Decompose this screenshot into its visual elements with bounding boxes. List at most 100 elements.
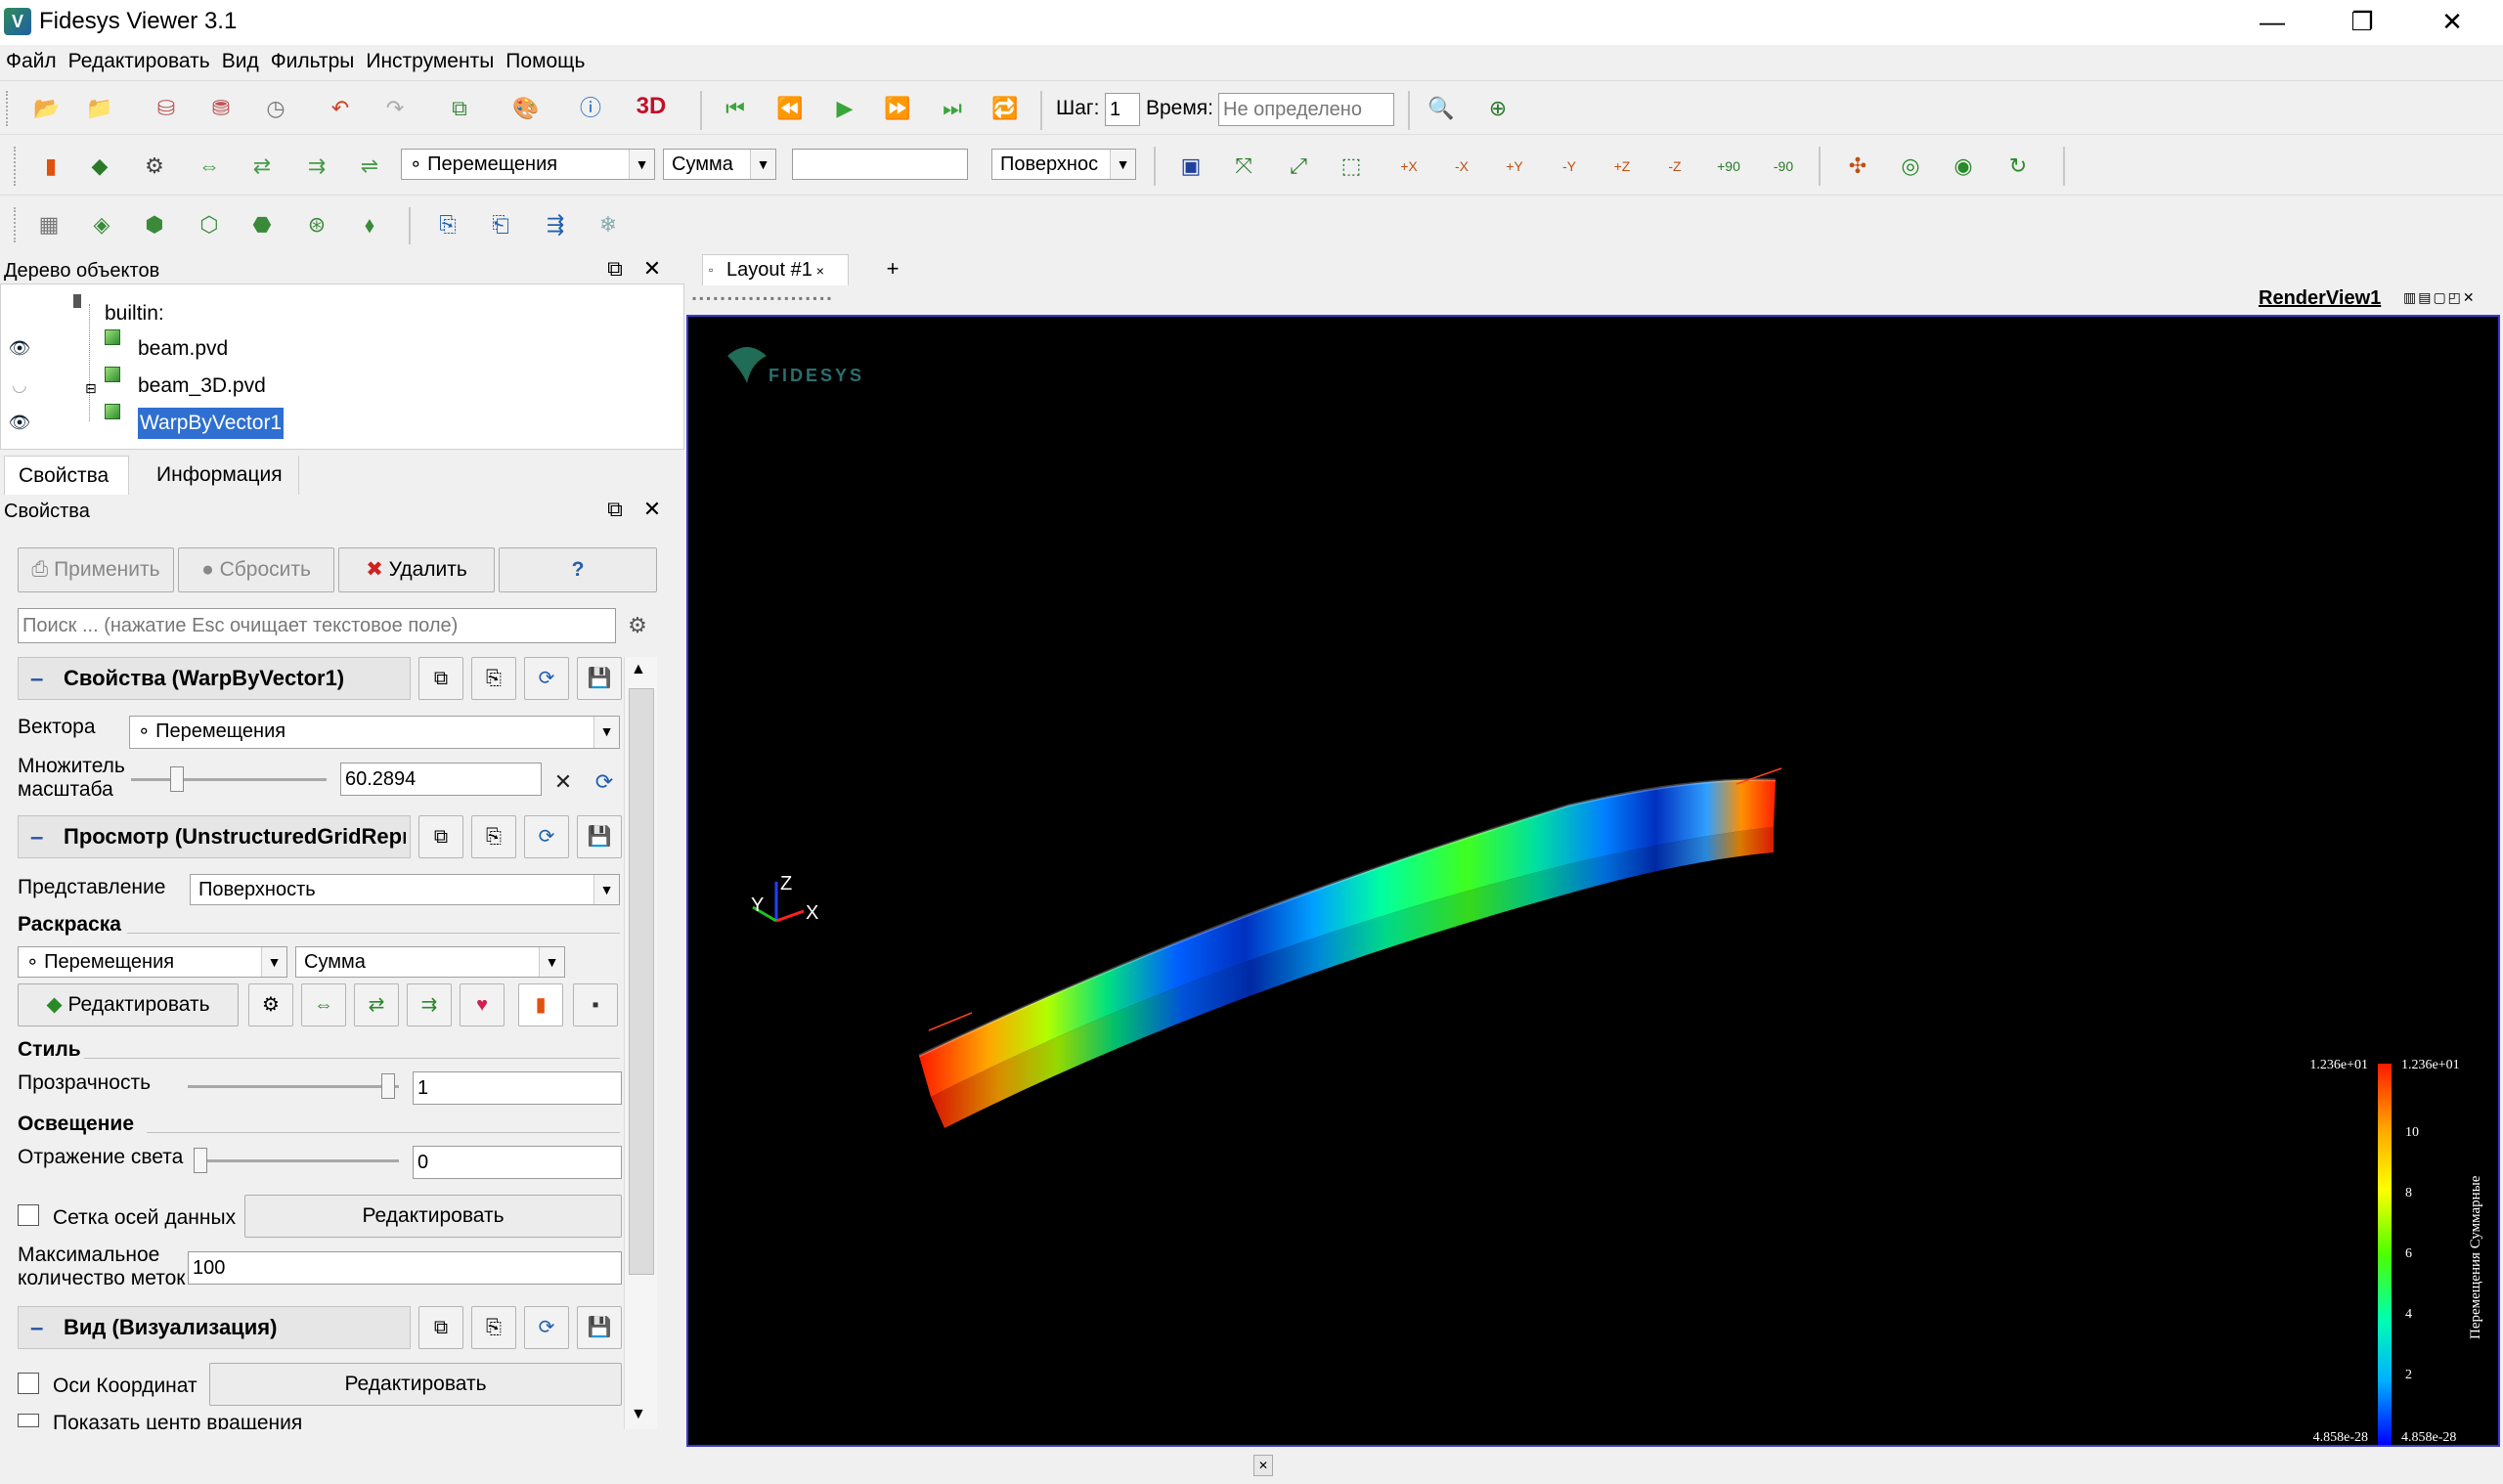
contour-icon[interactable]: ◈ — [84, 207, 119, 242]
refresh-icon[interactable]: ⟳ — [524, 815, 569, 858]
copy-icon[interactable]: ⧉ — [418, 657, 463, 700]
vectors-select[interactable]: ∘ Перемещения ▼ — [129, 716, 620, 749]
snowflake-icon[interactable]: ❄ — [591, 207, 626, 242]
tree-item-beam-3d[interactable]: beam_3D.pvd — [138, 371, 266, 402]
reset-session-icon[interactable]: ⧉ — [442, 91, 477, 126]
extract-subset-icon[interactable]: ⊛ — [299, 207, 334, 242]
rescale-visible-icon[interactable]: ⇉ — [407, 983, 452, 1026]
view-minus-y-icon[interactable]: -Y — [1551, 149, 1588, 184]
reset-camera-icon[interactable]: ▣ — [1173, 149, 1208, 184]
orientation-axes-edit-button[interactable]: Редактировать — [209, 1363, 622, 1406]
close-panel-icon[interactable]: ✕ — [639, 256, 665, 282]
scroll-thumb[interactable] — [629, 688, 654, 1275]
close-panel-icon[interactable]: ✕ — [639, 497, 665, 522]
zoom-region-icon[interactable]: ⬚ — [1334, 149, 1369, 184]
previous-frame-icon[interactable]: ⏪ — [772, 91, 808, 126]
recent-files-icon[interactable]: 📁 — [82, 91, 117, 126]
gear-icon[interactable]: ⚙ — [620, 608, 655, 643]
hide-colorbar-icon[interactable]: ⇌ — [352, 149, 387, 184]
rotate-minus-90-icon[interactable]: -90 — [1764, 149, 1803, 184]
color-range-field[interactable] — [792, 149, 968, 180]
zoom-box-icon[interactable]: ⊕ — [1480, 91, 1515, 126]
component-select[interactable]: Сумма ▼ — [663, 149, 776, 180]
refresh-icon[interactable]: ⟳ — [587, 764, 622, 800]
toolbar-grip[interactable] — [14, 147, 20, 186]
maximize-button[interactable]: ❐ — [2317, 0, 2407, 45]
orientation-axes-checkbox[interactable] — [18, 1373, 39, 1394]
visibility-eye-icon[interactable]: 👁 — [7, 339, 32, 357]
clip-icon[interactable]: ⬢ — [137, 207, 172, 242]
coloring-array-select[interactable]: ∘ Перемещения ▼ — [18, 946, 287, 978]
opacity-input[interactable]: 1 — [413, 1071, 622, 1105]
timer-icon[interactable]: ◷ — [258, 91, 293, 126]
view-minus-z-icon[interactable]: -Z — [1656, 149, 1693, 184]
show-center-checkbox[interactable] — [18, 1414, 39, 1427]
status-close-icon[interactable]: ✕ — [1253, 1455, 1273, 1476]
annotation-icon[interactable]: ▪ — [573, 983, 618, 1026]
render-view[interactable]: FIDESYS Z X Y 1.236e+01 1.236e+01 10 8 6… — [686, 315, 2500, 1447]
glyph-icon[interactable]: ⬧ — [352, 207, 387, 242]
zoom-to-data-icon[interactable]: 🔍 — [1424, 91, 1459, 126]
tree-item-builtin[interactable]: builtin: — [105, 298, 164, 329]
float-panel-icon[interactable]: ⧉ — [602, 256, 628, 282]
rescale-icon[interactable]: ⚙ — [137, 149, 172, 184]
palette-icon[interactable]: 🎨 — [508, 91, 544, 126]
menu-tools[interactable]: Инструменты — [360, 47, 500, 74]
add-layout-button[interactable]: + — [870, 254, 915, 285]
rescale-visible-icon[interactable]: ⇉ — [299, 149, 334, 184]
view-plus-x-icon[interactable]: +X — [1390, 149, 1427, 184]
calculator-icon[interactable]: ▦ — [31, 207, 66, 242]
loop-icon[interactable]: 🔁 — [988, 91, 1023, 126]
search-input[interactable]: Поиск ... (нажатие Esc очищает текстовое… — [18, 608, 616, 643]
opacity-slider-handle[interactable] — [381, 1073, 395, 1099]
favorite-preset-icon[interactable]: ♥ — [460, 983, 505, 1026]
reset-button[interactable]: ● Сбросить — [178, 547, 334, 592]
time-input[interactable]: Не определено — [1218, 93, 1394, 126]
visibility-eye-icon[interactable]: 👁 — [7, 414, 32, 431]
specular-slider-handle[interactable] — [194, 1148, 207, 1173]
menu-edit[interactable]: Редактировать — [63, 47, 216, 74]
edit-color-icon[interactable]: ◆ — [82, 149, 117, 184]
data-axes-edit-button[interactable]: Редактировать — [244, 1195, 622, 1238]
view-minus-x-icon[interactable]: -X — [1443, 149, 1480, 184]
rescale-custom-icon[interactable]: ⇔ — [301, 983, 346, 1026]
redo-icon[interactable]: ↷ — [377, 91, 413, 126]
section-display-header[interactable]: – Просмотр (UnstructuredGridRepresentati… — [18, 815, 411, 858]
close-button[interactable]: ✕ — [2407, 0, 2497, 45]
color-array-select[interactable]: ∘ Перемещения ▼ — [401, 149, 655, 180]
representation-select[interactable]: Поверхнос ▼ — [991, 149, 1136, 180]
close-tab-icon[interactable]: × — [812, 263, 824, 279]
tree-item-warp-selected[interactable]: WarpByVector1 — [138, 408, 285, 439]
scale-slider-handle[interactable] — [170, 766, 184, 792]
color-legend[interactable]: 1.236e+01 1.236e+01 10 8 6 4 2 4.858e-28… — [2309, 1058, 2483, 1445]
step-input[interactable]: 1 — [1105, 93, 1140, 126]
help-button[interactable]: ? — [499, 547, 657, 592]
rescale-custom-icon[interactable]: ⇔ — [192, 149, 227, 184]
pick-center-icon[interactable]: ◉ — [1946, 149, 1981, 184]
paste-icon[interactable]: ⎘ — [471, 815, 516, 858]
view-plus-z-icon[interactable]: +Z — [1603, 149, 1641, 184]
scale-input[interactable]: 60.2894 — [340, 763, 542, 796]
rotate-plus-90-icon[interactable]: +90 — [1709, 149, 1748, 184]
open-file-icon[interactable]: 📂 — [29, 91, 65, 126]
zoom-closest-icon[interactable]: ⤧ — [1226, 149, 1261, 184]
specular-input[interactable]: 0 — [413, 1146, 622, 1179]
warp-icon[interactable]: ⎘ — [430, 207, 465, 242]
slice-icon[interactable]: ⬡ — [192, 207, 227, 242]
save-icon[interactable]: 💾 — [577, 1306, 622, 1349]
save-icon[interactable]: 💾 — [577, 657, 622, 700]
section-view-header[interactable]: – Вид (Визуализация) — [18, 1306, 411, 1349]
edit-colormap-button[interactable]: ◆ Редактировать — [18, 983, 239, 1026]
tree-item-beam[interactable]: beam.pvd — [138, 333, 228, 365]
view-controls-icons[interactable]: ▥▤▢◰✕ — [2403, 289, 2477, 306]
tab-information[interactable]: Информация — [143, 456, 299, 495]
disconnect-icon[interactable]: ⛃ — [203, 91, 239, 126]
menu-view[interactable]: Вид — [216, 47, 265, 74]
view-plus-y-icon[interactable]: +Y — [1496, 149, 1533, 184]
next-frame-icon[interactable]: ⏩ — [880, 91, 915, 126]
stream-icon[interactable]: ⇶ — [538, 207, 573, 242]
connect-icon[interactable]: ⛁ — [149, 91, 184, 126]
scale-slider-track[interactable] — [131, 778, 327, 781]
refresh-icon[interactable]: ⟳ — [524, 1306, 569, 1349]
undo-icon[interactable]: ↶ — [323, 91, 358, 126]
